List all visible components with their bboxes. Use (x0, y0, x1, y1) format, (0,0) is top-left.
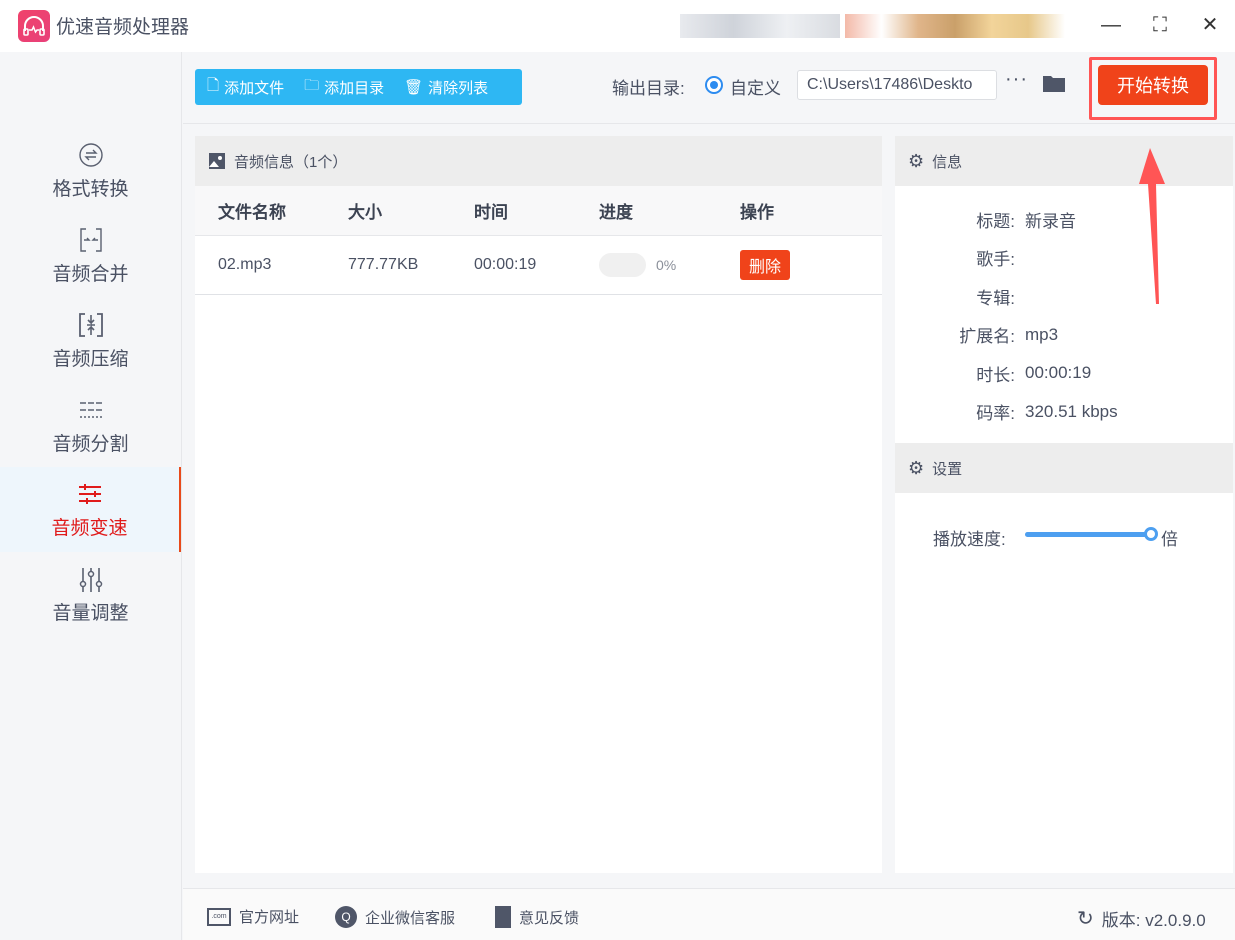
website-link[interactable]: .com 官方网址 (207, 906, 299, 927)
custom-dir-radio[interactable] (705, 76, 723, 94)
more-options-button[interactable]: ··· (1005, 68, 1028, 91)
minimize-icon[interactable]: — (1096, 10, 1126, 40)
annotation-arrow (1139, 148, 1165, 304)
sidebar-item-format-convert[interactable]: 格式转换 (0, 128, 181, 213)
file-name: 02.mp3 (218, 256, 272, 273)
file-list-header: 音频信息（1个） (195, 136, 882, 186)
image-icon (209, 153, 225, 169)
add-file-button[interactable]: 🗋 添加文件 (207, 75, 284, 100)
wechat-service-link[interactable]: Q 企业微信客服 (335, 906, 455, 928)
feedback-icon (495, 906, 511, 928)
merge-icon (79, 228, 102, 252)
clear-list-button[interactable]: 🗑 清除列表 (404, 77, 488, 98)
open-folder-icon[interactable] (1042, 73, 1066, 93)
blurred-area (680, 14, 840, 38)
info-header: ⚙ 信息 (895, 136, 1233, 186)
sidebar-item-split[interactable]: 音频分割 (0, 383, 181, 468)
speed-label: 播放速度: (933, 530, 1006, 549)
info-row-bitrate: 码率: 320.51 kbps (976, 401, 1118, 424)
feedback-link[interactable]: 意见反馈 (495, 906, 579, 928)
blurred-area (845, 14, 1065, 38)
output-path-field[interactable]: C:\Users\17486\Deskto (797, 70, 997, 100)
compress-icon (78, 313, 103, 337)
column-size: 大小 (348, 203, 382, 222)
toolbar: 🗋 添加文件 🗀 添加目录 🗑 清除列表 输出目录: 自定义 C:\Users\174… (183, 52, 1235, 124)
gear-icon: ⚙ (908, 150, 925, 171)
column-filename: 文件名称 (218, 203, 286, 222)
maximize-icon[interactable]: ⛶ (1145, 10, 1175, 40)
start-convert-button[interactable]: 开始转换 (1098, 65, 1208, 105)
sidebar: 格式转换 音频合并 音频压缩 音频分割 音频变速 音量调整 (0, 52, 182, 940)
speed-slider-fill (1025, 532, 1151, 537)
file-icon: 🗋 (207, 76, 220, 94)
speed-unit: 倍 (1161, 530, 1178, 549)
speed-icon (78, 484, 101, 504)
file-time: 00:00:19 (474, 256, 537, 273)
info-row-title: 标题: 新录音 (976, 211, 1076, 231)
footer: .com 官方网址 Q 企业微信客服 意见反馈 ↻ 版本: v2.0.9.0 (183, 888, 1235, 940)
folder-outline-icon: 🗀 (304, 76, 320, 94)
version-info: ↻ 版本: v2.0.9.0 (1077, 906, 1206, 931)
info-row-extension: 扩展名: mp3 (959, 324, 1059, 347)
add-directory-button[interactable]: 🗀 添加目录 (304, 75, 384, 100)
speed-slider[interactable] (1025, 527, 1158, 541)
settings-header: ⚙ 设置 (895, 443, 1233, 493)
info-row-artist: 歌手: (976, 250, 1015, 270)
wechat-icon: Q (335, 906, 357, 928)
app-title: 优速音频处理器 (56, 17, 190, 38)
format-convert-icon (78, 143, 103, 167)
refresh-icon[interactable]: ↻ (1077, 906, 1094, 931)
column-time: 时间 (474, 203, 508, 222)
progress-text: 0% (656, 257, 677, 273)
volume-icon (79, 568, 102, 592)
close-icon[interactable]: ✕ (1195, 10, 1225, 40)
sidebar-item-merge[interactable]: 音频合并 (0, 213, 181, 298)
column-progress: 进度 (599, 203, 633, 222)
progress-bar (599, 253, 646, 277)
gear-icon: ⚙ (908, 457, 925, 478)
sidebar-item-volume[interactable]: 音量调整 (0, 552, 181, 637)
output-dir-label: 输出目录: (612, 79, 685, 98)
file-list-panel: 音频信息（1个） 文件名称 大小 时间 进度 操作 02.mp3 777.77K… (195, 136, 882, 873)
table-header: 文件名称 大小 时间 进度 操作 (195, 186, 882, 236)
table-row[interactable]: 02.mp3 777.77KB 00:00:19 0% 删除 (195, 236, 882, 295)
sidebar-item-compress[interactable]: 音频压缩 (0, 298, 181, 383)
delete-button[interactable]: 删除 (740, 250, 791, 280)
title-bar: 优速音频处理器 — ⛶ ✕ (0, 0, 1235, 52)
file-button-group: 🗋 添加文件 🗀 添加目录 🗑 清除列表 (195, 69, 522, 105)
info-panel: ⚙ 信息 标题: 新录音 歌手: 专辑: 扩展名: mp3 时长: 00:00:19 码… (895, 136, 1233, 873)
column-action: 操作 (740, 203, 774, 222)
split-icon (79, 402, 102, 418)
app-logo (18, 10, 50, 42)
info-row-duration: 时长: 00:00:19 (976, 363, 1092, 385)
trash-icon: 🗑 (404, 79, 424, 96)
file-size: 777.77KB (348, 256, 419, 273)
website-icon: .com (207, 907, 231, 926)
sidebar-item-speed[interactable]: 音频变速 (0, 467, 181, 552)
speed-slider-handle[interactable] (1144, 527, 1158, 541)
info-row-album: 专辑: (976, 288, 1015, 308)
custom-dir-label[interactable]: 自定义 (730, 74, 781, 99)
